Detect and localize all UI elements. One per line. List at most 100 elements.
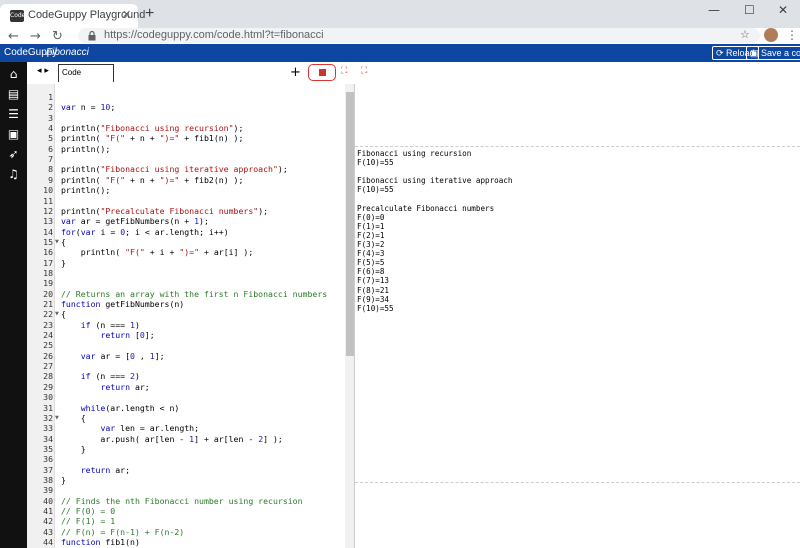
line-number: 17 bbox=[43, 257, 53, 268]
line-number: 31 bbox=[43, 402, 53, 413]
line-number: 6 bbox=[48, 143, 53, 154]
new-tab-button[interactable]: + bbox=[145, 6, 154, 22]
console-line: F(5)=5 bbox=[357, 258, 385, 268]
expand-output-icon[interactable]: ⛶ bbox=[361, 66, 367, 76]
console-line: Precalculate Fibonacci numbers bbox=[357, 203, 495, 213]
code-editor[interactable]: 1 2 3 4 5 6 7 8 9 10 11 12 13 14 15 16 17 18 19 20 21 22 23 24 2… bbox=[27, 84, 355, 548]
line-number: 22 bbox=[43, 309, 53, 320]
line-number: 20 bbox=[43, 288, 53, 299]
line-number: 15 bbox=[43, 236, 53, 247]
console-line: F(8)=21 bbox=[357, 285, 390, 295]
console-line: F(2)=1 bbox=[357, 230, 385, 240]
line-number: 5 bbox=[48, 133, 53, 144]
line-number: 13 bbox=[43, 216, 53, 227]
code-line: var ar = [0 , 1]; bbox=[80, 350, 165, 361]
code-line: println( "F(" + n + ")=" + fib2(n) ); bbox=[61, 174, 244, 185]
code-line: if (n === 1) bbox=[80, 319, 140, 330]
code-line: } bbox=[61, 257, 66, 268]
code-line: ar.push( ar[len - 1] + ar[len - 2] ); bbox=[61, 433, 283, 444]
console-line: F(7)=13 bbox=[357, 276, 390, 286]
console-line: F(6)=8 bbox=[357, 267, 385, 277]
refresh-icon[interactable]: ↻ bbox=[52, 29, 63, 44]
book-icon[interactable]: ▤ bbox=[7, 88, 20, 101]
line-number: 37 bbox=[43, 464, 53, 475]
fold-arrow-icon[interactable]: ▼ bbox=[55, 415, 59, 421]
code-line: function fib1(n) bbox=[61, 537, 140, 548]
code-line: // F(0) = 0 bbox=[61, 506, 116, 516]
browser-tab[interactable]: Code CodeGuppy Playground ✕ bbox=[0, 4, 145, 28]
output-divider bbox=[355, 146, 800, 147]
code-line: println("Fibonacci using recursion"); bbox=[61, 123, 244, 134]
line-number: 16 bbox=[43, 247, 53, 258]
code-line: return [0]; bbox=[100, 330, 155, 341]
line-number: 25 bbox=[43, 340, 53, 351]
home-icon[interactable]: ⌂ bbox=[7, 68, 20, 81]
stop-button[interactable] bbox=[308, 64, 336, 81]
console-line: F(4)=3 bbox=[357, 249, 385, 259]
image-icon[interactable]: ▣ bbox=[7, 128, 20, 141]
line-number: 7 bbox=[48, 154, 53, 165]
line-number: 42 bbox=[43, 516, 53, 527]
code-line: println( "F(" + i + ")=" + ar[i] ); bbox=[61, 247, 254, 258]
line-number: 30 bbox=[43, 392, 53, 403]
output-divider-bottom bbox=[355, 482, 800, 483]
line-number: 33 bbox=[43, 423, 53, 434]
add-file-button[interactable]: + bbox=[290, 65, 301, 80]
save-copy-button[interactable]: ▣ Save a copy bbox=[746, 46, 800, 60]
code-line: for(var i = 0; i < ar.length; i++) bbox=[61, 226, 229, 237]
console-line: F(10)=55 bbox=[357, 303, 394, 313]
maximize-button[interactable]: ☐ bbox=[744, 3, 755, 17]
code-line: // Returns an array with the first n Fib… bbox=[61, 288, 328, 299]
line-number: 39 bbox=[43, 485, 53, 496]
breadcrumb: Fibonacci bbox=[46, 47, 89, 58]
rocket-icon[interactable]: ➶ bbox=[7, 148, 20, 161]
forward-icon[interactable]: → bbox=[30, 29, 41, 44]
line-number: 36 bbox=[43, 454, 53, 465]
close-window-button[interactable]: ✕ bbox=[778, 3, 788, 17]
line-number: 27 bbox=[43, 361, 53, 372]
fold-arrow-icon[interactable]: ▼ bbox=[55, 239, 59, 245]
console-line: F(9)=34 bbox=[357, 294, 390, 304]
bookmark-star-icon[interactable]: ☆ bbox=[740, 28, 750, 41]
line-number: 32 bbox=[43, 412, 53, 423]
url-text: https://codeguppy.com/code.html?t=fibona… bbox=[104, 29, 324, 41]
line-number: 19 bbox=[43, 278, 53, 289]
back-icon[interactable]: ← bbox=[8, 29, 19, 44]
code-line: var ar = getFibNumbers(n + 1); bbox=[61, 216, 209, 227]
line-number: 3 bbox=[48, 112, 53, 123]
minimize-button[interactable]: — bbox=[708, 3, 720, 17]
music-icon[interactable]: ♫ bbox=[7, 168, 20, 181]
code-line: return ar; bbox=[80, 464, 131, 475]
browser-menu-icon[interactable]: ⋮ bbox=[786, 28, 798, 42]
line-number: 41 bbox=[43, 506, 53, 516]
line-number: 24 bbox=[43, 330, 53, 341]
line-number: 43 bbox=[43, 526, 53, 537]
profile-avatar[interactable] bbox=[764, 28, 778, 42]
tab-code[interactable]: Code bbox=[58, 64, 114, 82]
console-line: F(10)=55 bbox=[357, 185, 394, 195]
address-bar[interactable]: https://codeguppy.com/code.html?t=fibona… bbox=[78, 28, 760, 43]
line-number: 38 bbox=[43, 474, 53, 485]
fold-arrow-icon[interactable]: ▼ bbox=[55, 311, 59, 317]
tab-close-icon[interactable]: ✕ bbox=[122, 8, 131, 21]
code-line: // Finds the nth Fibonacci number using … bbox=[61, 495, 303, 506]
line-number: 28 bbox=[43, 371, 53, 382]
list-icon[interactable]: ☰ bbox=[7, 108, 20, 121]
code-line: function getFibNumbers(n) bbox=[61, 299, 185, 309]
console-line: Fibonacci using iterative approach bbox=[357, 176, 513, 186]
code-line: return ar; bbox=[100, 381, 150, 392]
line-number: 29 bbox=[43, 381, 53, 392]
code-line: var n = 10; bbox=[61, 102, 116, 113]
arrows-icon[interactable]: ◂ ▸ bbox=[37, 66, 49, 76]
code-line: println("Fibonacci using iterative appro… bbox=[61, 164, 288, 175]
output-pane: ⛶ Fibonacci using recursion F(10)=55 Fibon… bbox=[355, 62, 800, 548]
code-line: } bbox=[61, 443, 86, 454]
editor-scroll-thumb[interactable] bbox=[346, 92, 354, 356]
line-number: 4 bbox=[48, 123, 53, 134]
expand-editor-icon[interactable]: ⛶ bbox=[341, 66, 347, 76]
code-line: } bbox=[61, 474, 66, 485]
line-number: 8 bbox=[48, 164, 53, 175]
console-line: F(0)=0 bbox=[357, 212, 385, 222]
line-number: 44 bbox=[43, 537, 53, 548]
line-number: 40 bbox=[43, 495, 53, 506]
